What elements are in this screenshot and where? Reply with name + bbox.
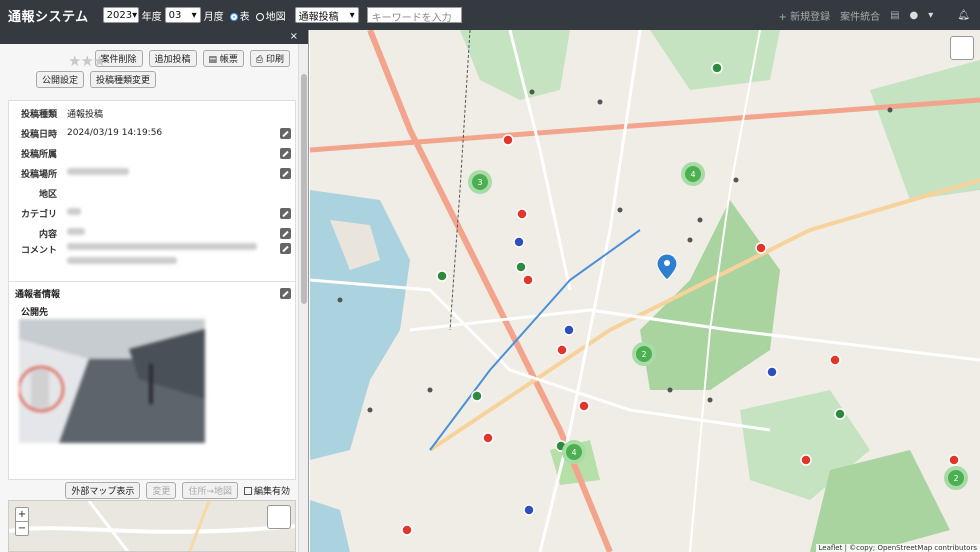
post-type-value: 通報投稿 xyxy=(67,109,104,120)
user-menu-caret[interactable]: ▾ xyxy=(928,10,933,21)
view-map-radio[interactable]: 地図 xyxy=(255,8,286,23)
svg-text:2: 2 xyxy=(641,350,646,359)
address-to-map-button[interactable]: 住所→地図 xyxy=(182,482,238,499)
map-attribution[interactable]: Leaflet | ©copy; OpenStreetMap contribut… xyxy=(815,544,980,552)
month-label: 月度 xyxy=(203,11,224,23)
publish-settings-button[interactable]: 公開設定 xyxy=(36,71,85,88)
edit-pencil-icon[interactable] xyxy=(280,167,291,179)
external-map-button[interactable]: 外部マップ表示 xyxy=(65,482,141,499)
panel-body: ★★★ 案件削除 追加投稿 ▤ 帳票 ⎙ 印刷 公開設定 投稿種類変更 投稿種類… xyxy=(0,44,298,552)
view-table-radio[interactable]: 表 xyxy=(229,8,250,23)
chevron-down-icon: ▾ xyxy=(349,9,355,21)
merge-cases-link[interactable]: 案件統合 xyxy=(840,8,880,23)
app-title: 通報システム xyxy=(8,9,89,25)
green-report-markers xyxy=(436,62,846,452)
svg-text:3: 3 xyxy=(477,178,482,187)
panel-header: × xyxy=(0,30,308,44)
change-location-button[interactable]: 変更 xyxy=(146,482,177,499)
public-scope-label: 公開先 xyxy=(21,307,49,318)
svg-text:2: 2 xyxy=(953,474,958,483)
printer-icon: ⎙ xyxy=(255,55,266,65)
report-photo[interactable] xyxy=(19,319,205,443)
zoom-control[interactable]: + − xyxy=(15,507,29,536)
reporter-info-label: 通報者情報 xyxy=(15,289,61,300)
cluster-marker[interactable]: 3 xyxy=(468,170,492,194)
cluster-marker[interactable]: 4 xyxy=(681,162,705,186)
edit-enabled-checkbox[interactable]: 編集有効 xyxy=(243,484,290,497)
post-datetime-value: 2024/03/19 14:19:56 xyxy=(67,128,163,138)
close-icon[interactable]: × xyxy=(290,31,298,42)
keyword-search-input[interactable]: キーワードを入力 xyxy=(366,7,462,24)
detail-card: 投稿種類 通報投稿 投稿日時 2024/03/19 14:19:56 投稿所属 投稿… xyxy=(8,100,296,480)
map-canvas[interactable]: 3 4 2 4 2 xyxy=(310,30,980,552)
cluster-marker[interactable]: 4 xyxy=(562,440,586,464)
zoom-out-button: − xyxy=(16,521,28,534)
edit-pencil-icon[interactable] xyxy=(280,147,291,159)
edit-pencil-icon[interactable] xyxy=(280,227,291,239)
user-icon[interactable]: ● xyxy=(910,10,919,21)
detail-panel: × ★★★ 案件削除 追加投稿 ▤ 帳票 ⎙ 印刷 公開設定 投稿種類変更 投稿… xyxy=(0,30,309,552)
cluster-marker[interactable]: 2 xyxy=(632,342,656,366)
zoom-in-button: + xyxy=(17,509,27,520)
chevron-down-icon: ▾ xyxy=(191,9,197,21)
edit-pencil-icon[interactable] xyxy=(280,207,291,219)
edit-pencil-icon[interactable] xyxy=(280,243,291,254)
svg-text:4: 4 xyxy=(571,448,576,457)
edit-pencil-icon[interactable] xyxy=(280,287,291,299)
selected-location-pin-icon[interactable] xyxy=(656,253,678,281)
document-icon[interactable]: ▤ xyxy=(890,10,899,21)
cluster-marker[interactable]: 2 xyxy=(944,466,968,490)
location-mini-map[interactable]: + − xyxy=(8,500,296,552)
notification-bell-icon[interactable]: 🔔︎ xyxy=(957,10,970,21)
month-select[interactable]: 03 ▾ xyxy=(164,7,201,23)
document-icon: ▤ xyxy=(208,55,220,65)
chevron-down-icon: ▾ xyxy=(132,9,138,21)
post-type-select[interactable]: 通報投稿 ▾ xyxy=(294,7,359,23)
year-select[interactable]: 2023 ▾ xyxy=(102,7,139,23)
layers-icon[interactable] xyxy=(950,36,974,60)
change-post-type-button[interactable]: 投稿種類変更 xyxy=(90,71,157,88)
poi-icons xyxy=(337,89,893,413)
layers-icon[interactable] xyxy=(267,505,291,529)
year-label: 年度 xyxy=(141,11,162,23)
svg-text:4: 4 xyxy=(690,170,695,179)
add-post-button[interactable]: 追加投稿 xyxy=(148,50,197,67)
new-register-link[interactable]: + 新規登録 xyxy=(779,8,831,23)
edit-pencil-icon[interactable] xyxy=(280,127,291,139)
main-map[interactable]: 3 4 2 4 2 Leaflet | ©copy; OpenStreetMap… xyxy=(310,30,980,552)
map-controls-row: 外部マップ表示 変更 住所→地図 編集有効 xyxy=(0,482,298,499)
top-navbar: 通報システム 2023 ▾ 年度 03 ▾ 月度 表 地図 通報投稿 ▾ キーワードを… xyxy=(0,0,980,30)
panel-scrollbar[interactable] xyxy=(298,44,308,552)
print-button[interactable]: ⎙ 印刷 xyxy=(249,50,290,67)
report-form-button[interactable]: ▤ 帳票 xyxy=(202,50,244,67)
rating-stars[interactable]: ★★★ xyxy=(68,52,106,70)
